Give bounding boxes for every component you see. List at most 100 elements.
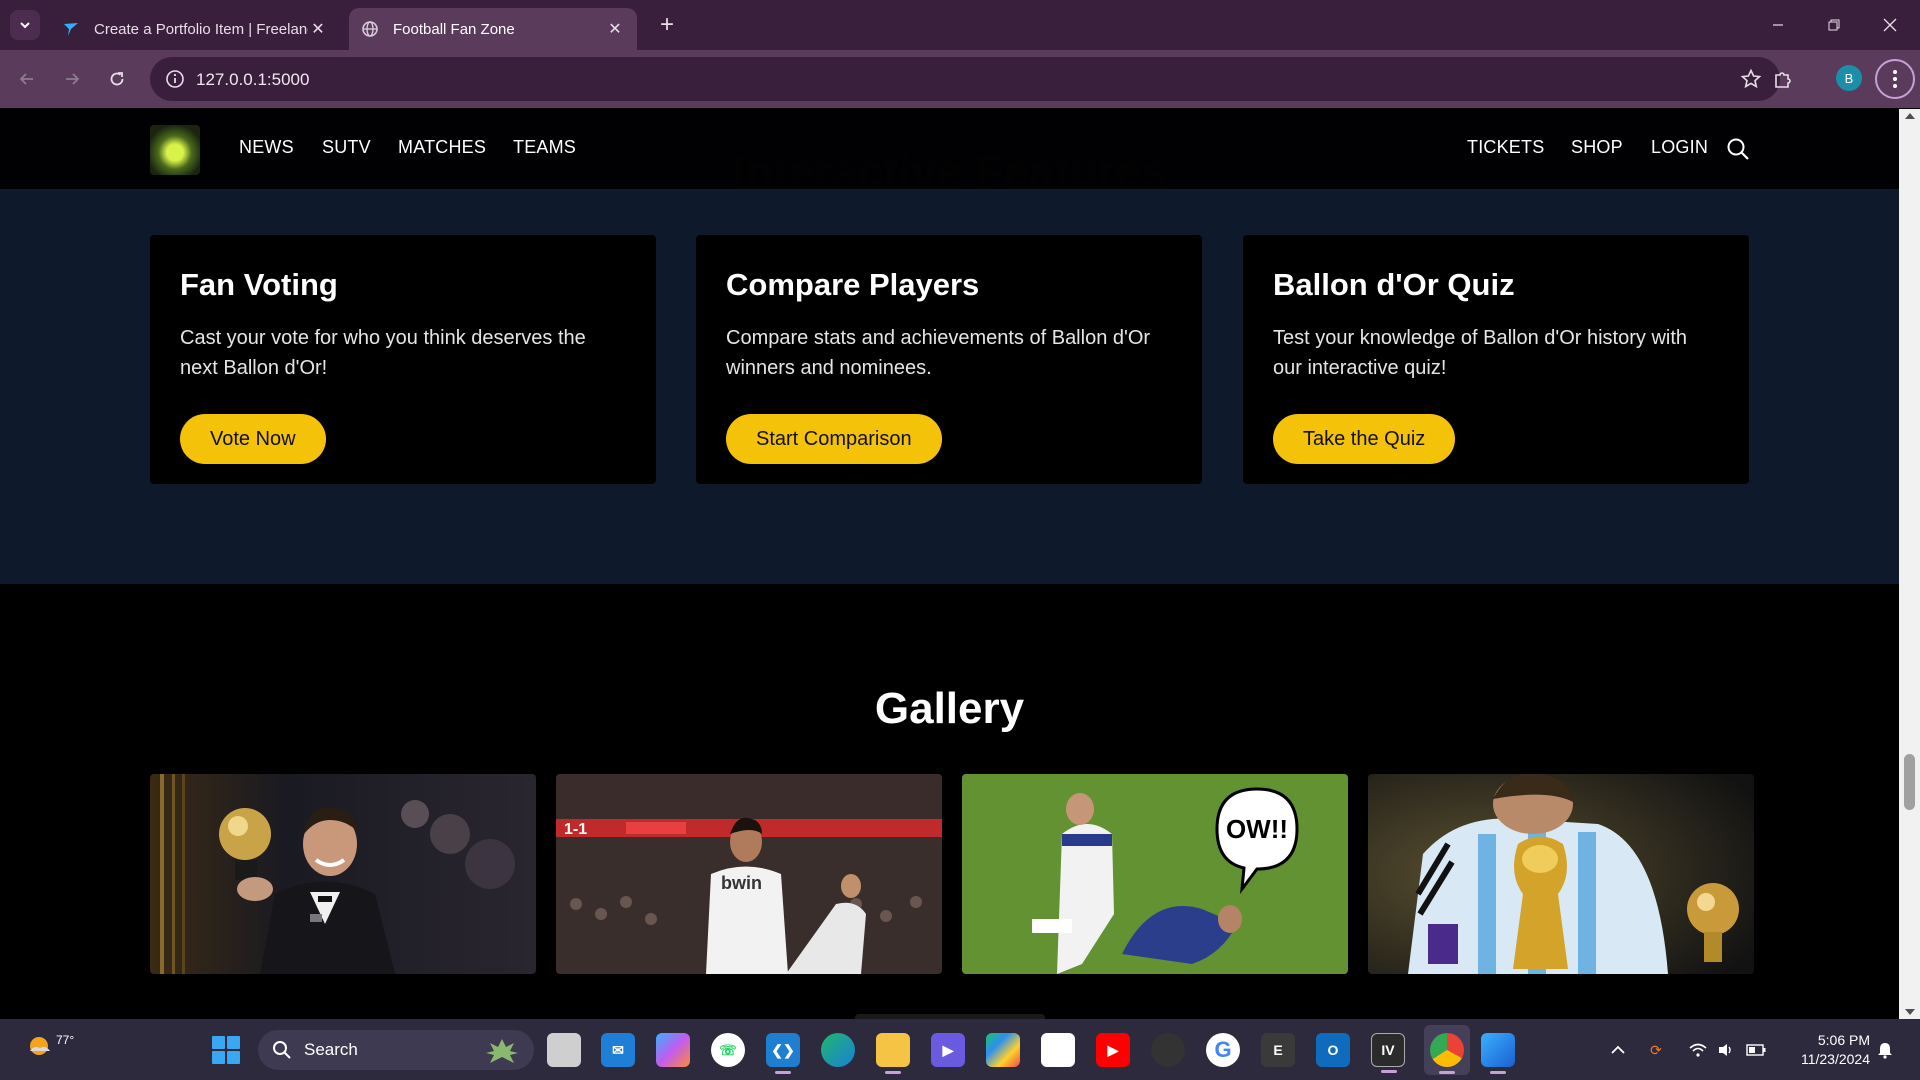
tab-freelancer[interactable]: Create a Portfolio Item | Freelancer ✕: [50, 8, 340, 50]
vscode-icon[interactable]: ❮❯: [766, 1033, 800, 1074]
edge-icon[interactable]: [821, 1033, 855, 1067]
profile-avatar[interactable]: B: [1836, 65, 1862, 91]
photos-icon[interactable]: [1481, 1033, 1515, 1074]
chevron-down-icon: [20, 22, 30, 29]
google-icon[interactable]: G: [1206, 1033, 1240, 1067]
copilot-icon[interactable]: [656, 1033, 690, 1067]
youtube-icon[interactable]: ▶: [1096, 1033, 1130, 1067]
reload-icon: [110, 72, 124, 86]
system-clock[interactable]: 5:06 PM 11/23/2024: [1780, 1031, 1870, 1069]
nav-teams[interactable]: TEAMS: [513, 137, 576, 158]
nav-tickets[interactable]: TICKETS: [1467, 137, 1544, 158]
notepad-icon[interactable]: [1041, 1033, 1075, 1067]
search-icon: [273, 1041, 291, 1059]
restore-button[interactable]: [1806, 0, 1862, 50]
windows-logo-tile: [212, 1051, 225, 1064]
windows-logo-tile: [227, 1036, 240, 1049]
search-icon[interactable]: [1726, 137, 1750, 161]
take-quiz-button[interactable]: Take the Quiz: [1273, 414, 1456, 464]
sync-icon[interactable]: ⟳: [1645, 1039, 1667, 1061]
task-view-icon[interactable]: [547, 1033, 581, 1067]
volume-icon[interactable]: [1715, 1039, 1737, 1061]
weather-temperature: 77°: [56, 1033, 75, 1047]
scroll-down-arrow[interactable]: [1905, 1009, 1915, 1015]
tab-search-button[interactable]: [10, 10, 40, 40]
notification-bell-icon[interactable]: [1874, 1039, 1896, 1061]
svg-text:bwin: bwin: [721, 873, 762, 893]
nav-sutv[interactable]: SUTV: [322, 137, 371, 158]
wifi-icon[interactable]: [1687, 1039, 1709, 1061]
nav-news[interactable]: NEWS: [239, 137, 294, 158]
forward-button[interactable]: [57, 64, 87, 94]
epic-icon[interactable]: E: [1261, 1033, 1295, 1067]
feature-card-quiz: Ballon d'Or Quiz Test your knowledge of …: [1243, 235, 1749, 484]
chrome-icon[interactable]: [1430, 1033, 1464, 1074]
scroll-up-arrow[interactable]: [1905, 113, 1915, 119]
app-icon[interactable]: [1151, 1033, 1185, 1067]
battery-icon[interactable]: [1745, 1039, 1767, 1061]
bookmark-star-icon[interactable]: [1740, 68, 1762, 90]
start-button[interactable]: [212, 1036, 240, 1064]
card-text: Compare stats and achievements of Ballon…: [726, 327, 1151, 379]
new-tab-button[interactable]: +: [652, 10, 682, 40]
file-explorer-icon[interactable]: [876, 1033, 910, 1074]
extensions-button[interactable]: [1768, 64, 1798, 94]
browser-menu-button[interactable]: [1875, 59, 1915, 99]
speech-bubble-text: OW!!: [1226, 814, 1288, 844]
weather-sun-icon: [30, 1037, 50, 1055]
gallery-image-stadium-player[interactable]: 1-1 bwin: [556, 774, 942, 974]
clock-date: 11/23/2024: [1800, 1051, 1870, 1067]
back-button[interactable]: [12, 64, 42, 94]
obs-icon[interactable]: ▶: [931, 1033, 965, 1067]
restore-icon: [1828, 19, 1840, 31]
card-title: Ballon d'Or Quiz: [1273, 267, 1515, 302]
minimize-icon: [1773, 24, 1783, 26]
feature-card-compare-players: Compare Players Compare stats and achiev…: [696, 235, 1202, 484]
gallery-title: Gallery: [874, 684, 1025, 733]
nav-login[interactable]: LOGIN: [1651, 137, 1708, 158]
info-icon[interactable]: [164, 68, 186, 90]
globe-icon: [361, 20, 379, 38]
play-store-icon[interactable]: [986, 1033, 1020, 1067]
outlook-icon[interactable]: O: [1316, 1033, 1350, 1067]
vote-now-button[interactable]: Vote Now: [180, 414, 326, 464]
nav-matches[interactable]: MATCHES: [398, 137, 486, 158]
weather-widget[interactable]: 77°: [24, 1031, 74, 1061]
close-icon: [1883, 18, 1897, 32]
close-icon[interactable]: ✕: [308, 19, 328, 39]
card-title: Compare Players: [726, 267, 980, 302]
puzzle-icon: [1775, 72, 1791, 88]
taskbar-search[interactable]: Search: [258, 1030, 534, 1070]
nav-shop[interactable]: SHOP: [1571, 137, 1623, 158]
site-logo[interactable]: [150, 125, 200, 175]
more-vertical-icon: [1893, 70, 1897, 88]
card-text: Test your knowledge of Ballon d'Or histo…: [1273, 327, 1688, 379]
url-text[interactable]: 127.0.0.1:5000: [196, 70, 309, 90]
clock-time: 5:06 PM: [1817, 1032, 1870, 1048]
gallery-image-headbutt-meme[interactable]: OW!!: [962, 774, 1348, 974]
freelancer-icon: [62, 20, 80, 38]
start-comparison-button[interactable]: Start Comparison: [726, 414, 942, 464]
address-bar[interactable]: 127.0.0.1:5000: [150, 57, 1780, 101]
windows-logo-tile: [212, 1036, 225, 1049]
tv-icon[interactable]: IV: [1371, 1033, 1405, 1073]
whatsapp-icon[interactable]: ☏: [711, 1033, 745, 1067]
card-title: Fan Voting: [180, 267, 338, 302]
tab-title: Create a Portfolio Item | Freelancer: [94, 20, 308, 38]
gallery-image-world-cup-trophy[interactable]: [1368, 774, 1754, 974]
reload-button[interactable]: [102, 64, 132, 94]
scrollbar-thumb[interactable]: [1904, 754, 1915, 810]
chevron-up-icon[interactable]: [1607, 1039, 1629, 1061]
close-icon[interactable]: ✕: [605, 19, 625, 39]
svg-text:1-1: 1-1: [564, 821, 587, 838]
site-header: NEWS SUTV MATCHES TEAMS TICKETS SHOP LOG…: [0, 109, 1899, 189]
tab-football-fan-zone[interactable]: Football Fan Zone ✕: [349, 8, 637, 50]
search-label: Search: [304, 1040, 358, 1059]
close-window-button[interactable]: [1862, 0, 1918, 50]
page-scrollbar[interactable]: [1899, 109, 1920, 1019]
minimize-button[interactable]: [1750, 0, 1806, 50]
mail-icon[interactable]: ✉: [601, 1033, 635, 1067]
gallery-image-ballon-dor-winner[interactable]: [150, 774, 536, 974]
search-highlight-icon: [486, 1039, 518, 1063]
tab-title: Football Fan Zone: [393, 20, 515, 38]
